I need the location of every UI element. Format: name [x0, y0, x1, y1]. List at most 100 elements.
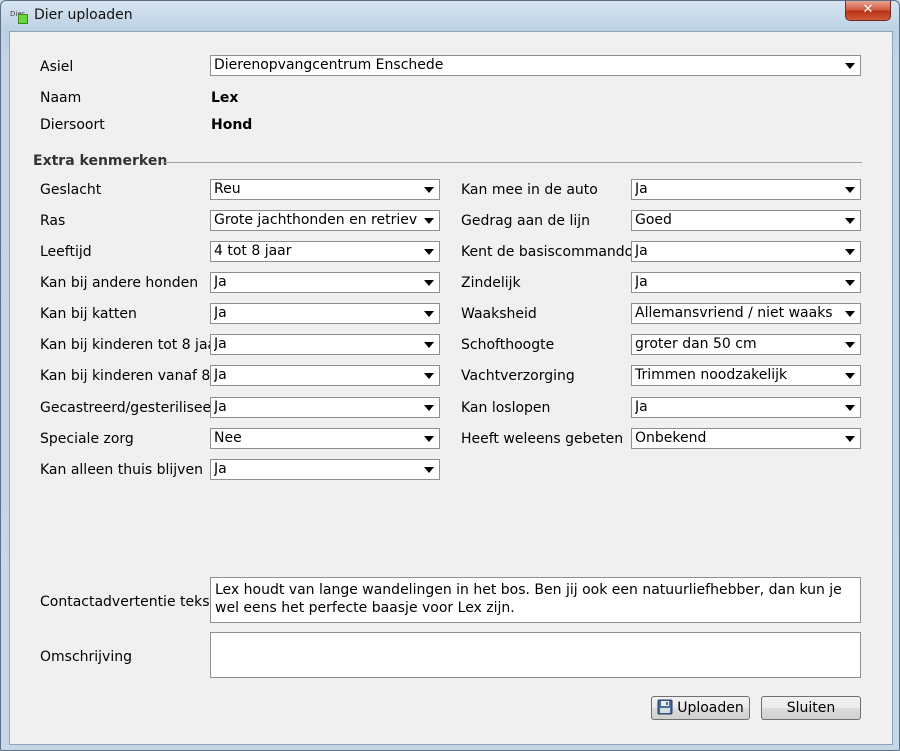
field-label: Kent de basiscommando's: [461, 244, 645, 260]
ras-select[interactable]: Grote jachthonden en retrievers: [210, 210, 440, 231]
field-label: Kan alleen thuis blijven: [40, 462, 203, 478]
zindelijk-select[interactable]: Ja: [631, 272, 861, 293]
geslacht-select[interactable]: Reu: [210, 179, 440, 200]
field-label: Heeft weleens gebeten: [461, 431, 624, 447]
title-bar[interactable]: Dier Dier uploaden ✕: [1, 1, 899, 31]
app-icon: Dier: [10, 10, 28, 24]
select-value: Goed: [635, 212, 672, 228]
gecastreerd-select[interactable]: Ja: [210, 397, 440, 418]
gebeten-select[interactable]: Onbekend: [631, 428, 861, 449]
field-label: Speciale zorg: [40, 431, 134, 447]
auto-select[interactable]: Ja: [631, 179, 861, 200]
field-label: Waaksheid: [461, 306, 537, 322]
schofthoogte-select[interactable]: groter dan 50 cm: [631, 334, 861, 355]
extra-kenmerken-heading: Extra kenmerken: [33, 153, 168, 169]
chevron-down-icon: [845, 436, 855, 442]
field-label: Ras: [40, 213, 66, 229]
sluiten-button[interactable]: Sluiten: [761, 696, 861, 720]
naam-label: Naam: [40, 90, 82, 106]
chevron-down-icon: [845, 218, 855, 224]
chevron-down-icon: [424, 342, 434, 348]
waaksheid-select[interactable]: Allemansvriend / niet waaks: [631, 303, 861, 324]
leeftijd-select[interactable]: 4 tot 8 jaar: [210, 241, 440, 262]
select-value: Ja: [635, 181, 648, 197]
chevron-down-icon: [424, 373, 434, 379]
select-value: Nee: [214, 430, 242, 446]
select-value: Ja: [635, 274, 648, 290]
asiel-label: Asiel: [40, 59, 74, 75]
chevron-down-icon: [845, 373, 855, 379]
select-value: Onbekend: [635, 430, 707, 446]
alleen-thuis-select[interactable]: Ja: [210, 459, 440, 480]
speciale-zorg-select[interactable]: Nee: [210, 428, 440, 449]
select-value: 4 tot 8 jaar: [214, 243, 292, 259]
field-label: Kan bij kinderen tot 8 jaar: [40, 337, 222, 353]
select-value: Grote jachthonden en retrievers: [214, 212, 417, 228]
select-value: Trimmen noodzakelijk: [635, 367, 788, 383]
katten-select[interactable]: Ja: [210, 303, 440, 324]
close-window-button[interactable]: ✕: [845, 1, 891, 21]
group-divider: [162, 162, 862, 163]
diersoort-label: Diersoort: [40, 117, 105, 133]
chevron-down-icon: [424, 311, 434, 317]
diersoort-value: Hond: [211, 117, 253, 133]
chevron-down-icon: [845, 249, 855, 255]
field-label: Leeftijd: [40, 244, 92, 260]
chevron-down-icon: [845, 280, 855, 286]
basiscommandos-select[interactable]: Ja: [631, 241, 861, 262]
chevron-down-icon: [424, 467, 434, 473]
select-value: Ja: [214, 461, 227, 477]
field-label: Kan bij andere honden: [40, 275, 199, 291]
chevron-down-icon: [424, 187, 434, 193]
chevron-down-icon: [424, 218, 434, 224]
select-value: Allemansvriend / niet waaks: [635, 305, 833, 321]
contact-textarea[interactable]: Lex houdt van lange wandelingen in het b…: [210, 577, 861, 623]
asiel-select[interactable]: Dierenopvangcentrum Enschede: [210, 55, 861, 76]
field-label: Vachtverzorging: [461, 368, 575, 384]
omschrijving-label: Omschrijving: [40, 649, 132, 665]
upload-button[interactable]: Uploaden: [651, 696, 750, 720]
select-value: Ja: [214, 274, 227, 290]
loslopen-select[interactable]: Ja: [631, 397, 861, 418]
omschrijving-textarea[interactable]: [210, 632, 861, 678]
andere-honden-select[interactable]: Ja: [210, 272, 440, 293]
field-label: Kan bij katten: [40, 306, 137, 322]
floppy-disk-icon: [657, 699, 673, 715]
chevron-down-icon: [845, 63, 855, 69]
dialog-window: Dier Dier uploaden ✕ Asiel Dierenopvangc…: [0, 0, 900, 751]
contact-label: Contactadvertentie tekst: [40, 594, 215, 610]
kinderen-vanaf-8-select[interactable]: Ja: [210, 365, 440, 386]
field-label: Zindelijk: [461, 275, 521, 291]
chevron-down-icon: [424, 249, 434, 255]
field-label: Schofthoogte: [461, 337, 555, 353]
select-value: Ja: [635, 399, 648, 415]
field-label: Kan loslopen: [461, 400, 551, 416]
chevron-down-icon: [424, 436, 434, 442]
select-value: Ja: [635, 243, 648, 259]
asiel-value: Dierenopvangcentrum Enschede: [214, 57, 444, 73]
chevron-down-icon: [424, 405, 434, 411]
select-value: Reu: [214, 181, 241, 197]
vachtverzorging-select[interactable]: Trimmen noodzakelijk: [631, 365, 861, 386]
select-value: Ja: [214, 305, 227, 321]
window-title: Dier uploaden: [34, 7, 133, 23]
field-label: Gedrag aan de lijn: [461, 213, 590, 229]
select-value: Ja: [214, 367, 227, 383]
select-value: groter dan 50 cm: [635, 336, 757, 352]
naam-value: Lex: [211, 90, 239, 106]
field-label: Kan mee in de auto: [461, 182, 598, 198]
field-label: Geslacht: [40, 182, 102, 198]
chevron-down-icon: [424, 280, 434, 286]
select-value: Ja: [214, 336, 227, 352]
chevron-down-icon: [845, 405, 855, 411]
form-area: Asiel Dierenopvangcentrum Enschede Naam …: [9, 31, 893, 745]
chevron-down-icon: [845, 342, 855, 348]
field-label: Gecastreerd/gesteriliseerd: [40, 400, 226, 416]
chevron-down-icon: [845, 311, 855, 317]
select-value: Ja: [214, 399, 227, 415]
lijn-select[interactable]: Goed: [631, 210, 861, 231]
kinderen-tot-8-select[interactable]: Ja: [210, 334, 440, 355]
field-label: Kan bij kinderen vanaf 8 ...: [40, 368, 229, 384]
chevron-down-icon: [845, 187, 855, 193]
upload-label: Uploaden: [677, 700, 744, 716]
